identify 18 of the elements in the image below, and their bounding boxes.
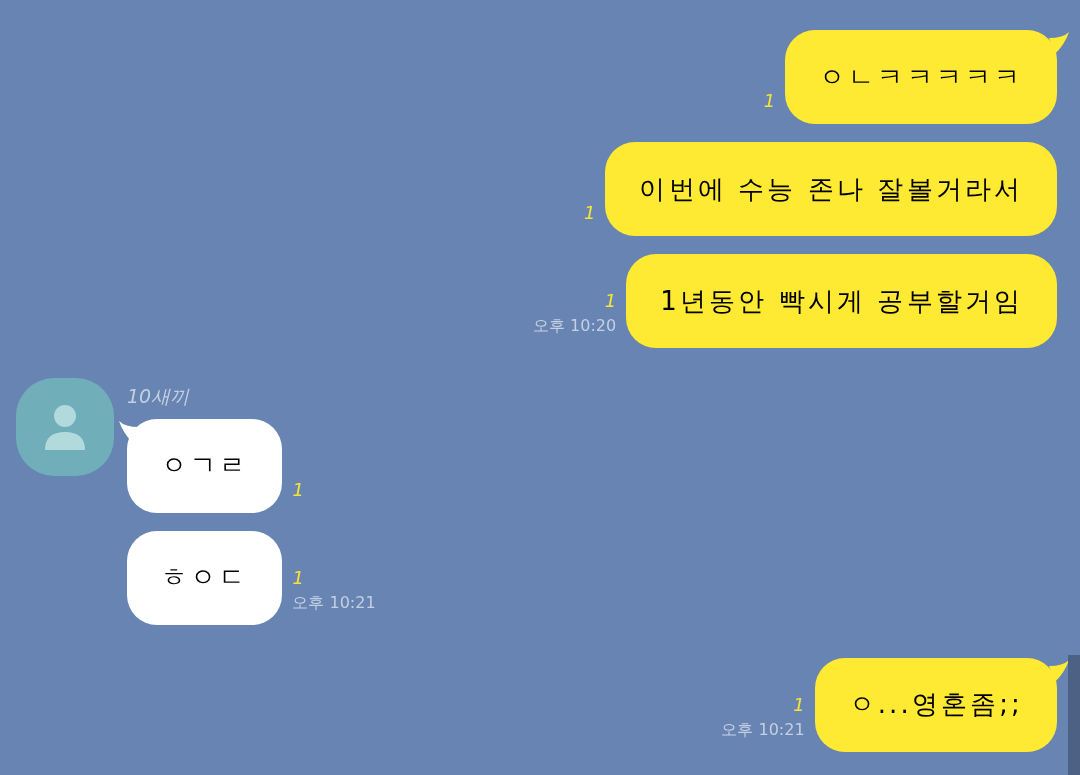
scrollbar[interactable] [1068, 655, 1080, 775]
timestamp: 오후 10:21 [721, 718, 805, 741]
avatar[interactable] [16, 378, 114, 476]
timestamp: 오후 10:21 [292, 591, 376, 614]
person-icon [43, 404, 87, 450]
unread-count: 1 [292, 568, 304, 587]
bubble-tail [1049, 32, 1069, 54]
unread-count: 1 [604, 292, 617, 310]
timestamp: 오후 10:20 [533, 315, 617, 337]
bubble-tail [1049, 659, 1069, 682]
unread-count: 1 [583, 204, 596, 222]
unread-count: 1 [793, 695, 805, 714]
unread-count: 1 [763, 92, 776, 110]
message-bubble: ㅎㅇㄷ [127, 530, 283, 625]
unread-count: 1 [292, 480, 304, 499]
message-bubble: 1년동안 빡시게 공부할거임 [626, 254, 1057, 348]
sender-name: 10새끼 [127, 384, 191, 409]
message-bubble: 이번에 수능 존나 잘볼거라서 [605, 142, 1057, 236]
